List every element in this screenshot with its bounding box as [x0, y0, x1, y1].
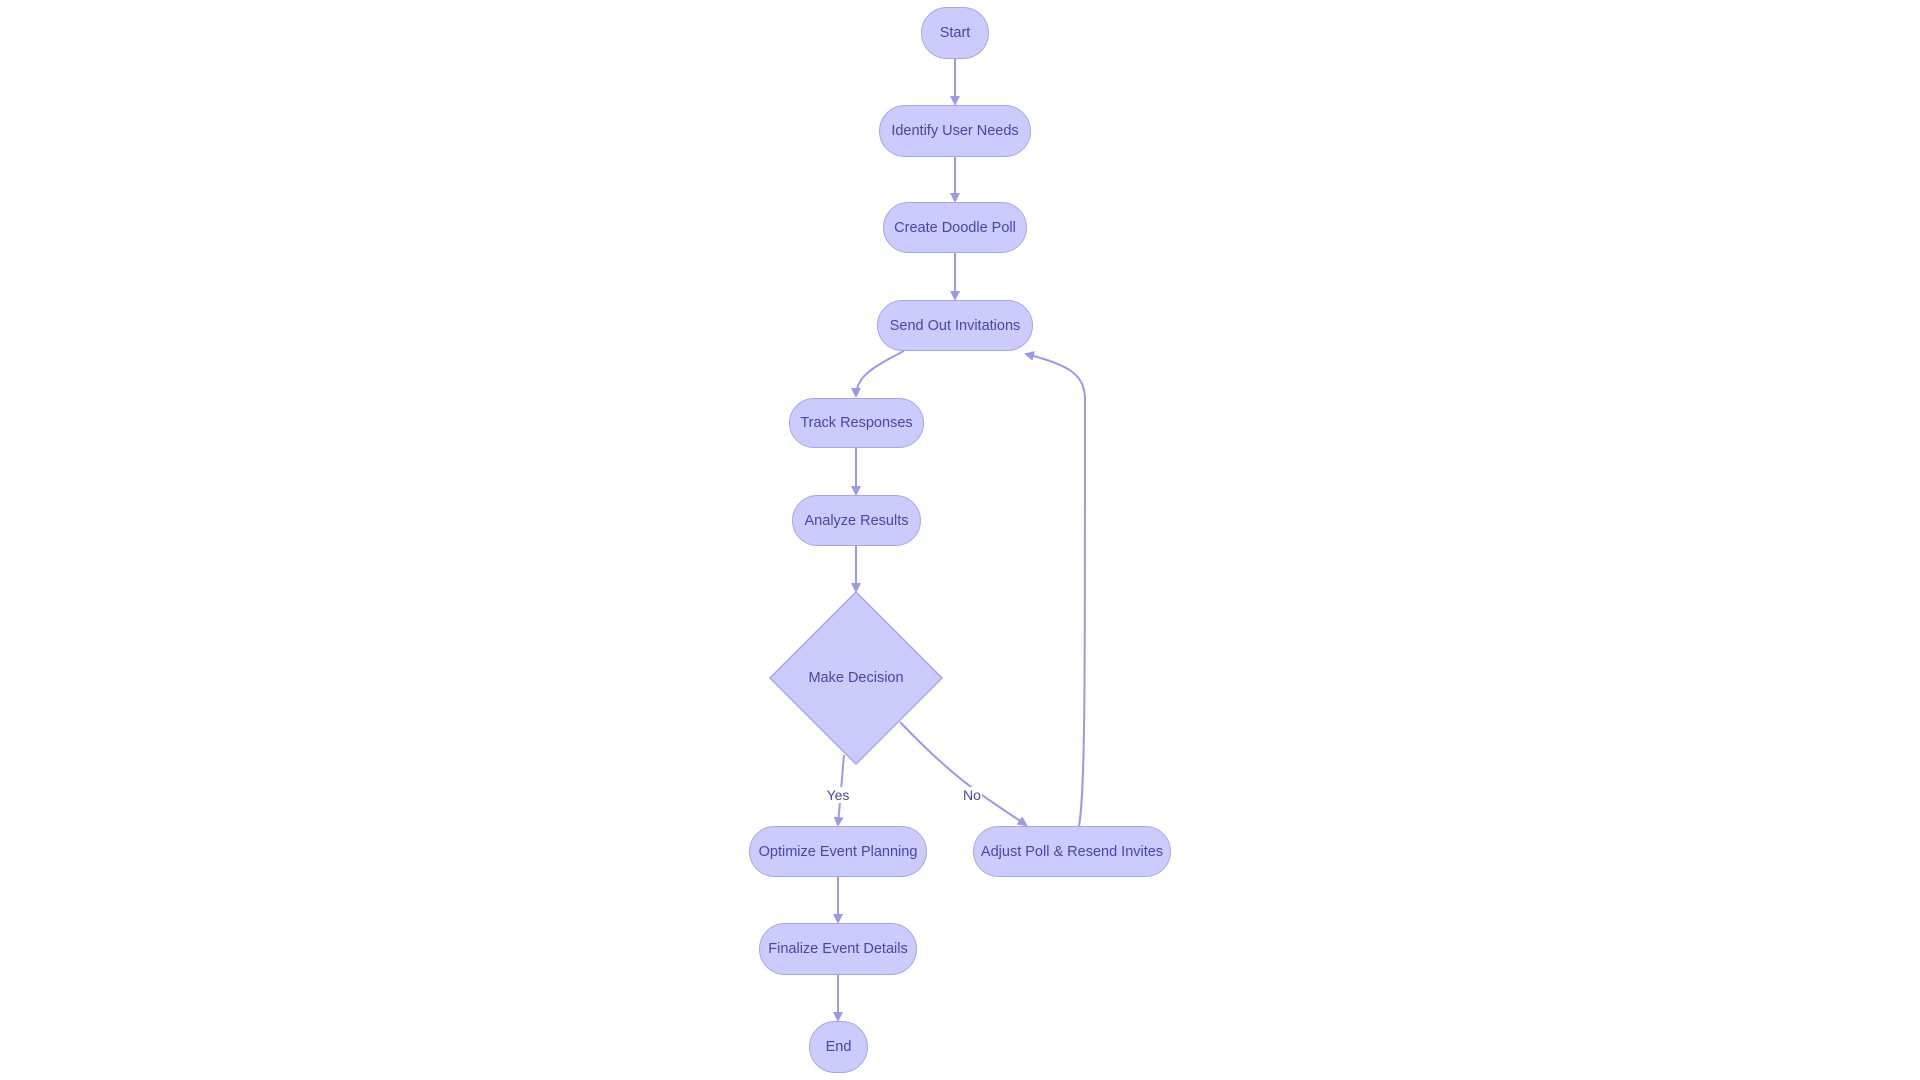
node-optimize-event-planning[interactable]: Optimize Event Planning [749, 826, 927, 877]
node-finalize-event-details[interactable]: Finalize Event Details [759, 923, 917, 975]
node-end[interactable]: End [809, 1021, 868, 1073]
node-create-doodle-poll[interactable]: Create Doodle Poll [883, 202, 1027, 253]
node-track-responses[interactable]: Track Responses [789, 398, 924, 448]
node-make-decision-label: Make Decision [808, 670, 904, 686]
node-adjust-poll-resend[interactable]: Adjust Poll & Resend Invites [973, 826, 1171, 877]
node-label: Identify User Needs [891, 123, 1019, 139]
edge-label-no: No [962, 787, 982, 803]
node-send-out-invitations[interactable]: Send Out Invitations [877, 300, 1033, 351]
node-start[interactable]: Start [921, 7, 989, 59]
node-label: Finalize Event Details [768, 941, 908, 957]
node-label: Start [939, 25, 971, 41]
node-label: Adjust Poll & Resend Invites [980, 843, 1164, 860]
edge-decision-adjust [899, 721, 1028, 827]
node-label: Send Out Invitations [889, 317, 1021, 334]
node-label: End [825, 1039, 852, 1055]
node-label: Analyze Results [804, 512, 909, 529]
node-analyze-results[interactable]: Analyze Results [792, 495, 921, 546]
edge-adjust-send [1024, 351, 1087, 827]
node-label: Create Doodle Poll [894, 219, 1016, 236]
node-label: Track Responses [800, 415, 913, 431]
edge-label-yes: Yes [825, 787, 851, 803]
edges-layer [768, 59, 1087, 1022]
edge-send-track [851, 350, 905, 398]
node-label: Optimize Event Planning [758, 843, 918, 860]
node-identify-user-needs[interactable]: Identify User Needs [879, 105, 1031, 157]
